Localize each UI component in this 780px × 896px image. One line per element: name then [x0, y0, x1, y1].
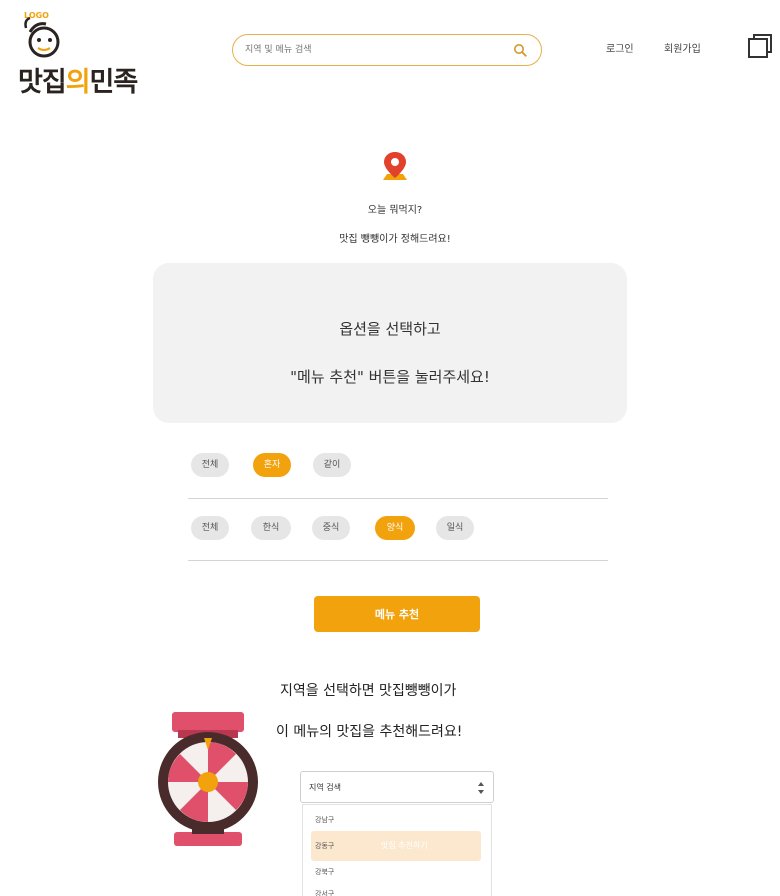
divider	[188, 560, 608, 561]
divider	[188, 498, 608, 499]
signup-link[interactable]: 회원가입	[664, 40, 701, 55]
chip-cuisine-japanese[interactable]: 일식	[436, 516, 474, 540]
login-link[interactable]: 로그인	[606, 40, 634, 55]
recommend-overlay-text: 맛집 추천하기	[381, 841, 428, 850]
region-prompt-line1: 지역을 선택하면 맛집뺑뺑이가	[280, 683, 457, 699]
region-option[interactable]: 강남구	[303, 809, 491, 831]
recommendation-result-box: 옵션을 선택하고 "메뉴 추천" 버튼을 눌러주세요!	[153, 263, 627, 423]
logo-mascot-icon: LOGO	[24, 11, 60, 58]
menu-recommend-button[interactable]: 메뉴 추천	[314, 596, 480, 632]
chip-people-together[interactable]: 같이	[313, 453, 351, 477]
chip-cuisine-all[interactable]: 전체	[191, 516, 229, 540]
intro-heading: 오늘 뭐먹지?	[367, 205, 423, 216]
chip-cuisine-korean[interactable]: 한식	[251, 516, 291, 540]
chip-cuisine-western[interactable]: 양식	[375, 516, 415, 540]
result-message-line1: 옵션을 선택하고	[339, 320, 441, 338]
roulette-wheel-icon	[158, 712, 258, 846]
search-icon[interactable]	[513, 43, 527, 57]
region-option[interactable]: 강서구	[303, 883, 491, 896]
logo-text-part2: 의	[65, 67, 91, 98]
location-pin-icon	[383, 152, 407, 180]
region-option[interactable]: 강북구	[303, 861, 491, 883]
region-select-value: 지역 검색	[309, 783, 341, 792]
region-prompt-line2: 이 메뉴의 맛집을 추천해드려요!	[276, 724, 463, 740]
logo-text: 맛집의민족	[18, 60, 139, 99]
window-icon[interactable]	[746, 32, 774, 60]
logo-text-part3: 민족	[89, 67, 139, 98]
chip-cuisine-chinese[interactable]: 중식	[312, 516, 350, 540]
region-option-highlighted[interactable]: 강동구 맛집 추천하기	[311, 831, 481, 861]
region-select[interactable]: 지역 검색	[300, 771, 494, 803]
region-option-label: 강동구	[315, 842, 335, 850]
search-bar	[232, 34, 542, 66]
search-input[interactable]	[245, 40, 505, 60]
chip-people-all[interactable]: 전체	[191, 453, 229, 477]
header: LOGO 맛집의민족 로그인 회원가입	[0, 0, 780, 110]
region-dropdown-list: 강남구 강동구 맛집 추천하기 강북구 강서구	[302, 804, 492, 896]
logo-text-part1: 맛집	[18, 67, 67, 98]
result-message-line2: "메뉴 추천" 버튼을 눌러주세요!	[290, 368, 490, 386]
chip-people-alone[interactable]: 혼자	[253, 453, 291, 477]
intro-subheading: 맛집 뺑뺑이가 정해드려요!	[339, 234, 451, 245]
logo[interactable]: LOGO 맛집의민족	[14, 8, 144, 98]
updown-arrow-icon	[478, 782, 484, 794]
